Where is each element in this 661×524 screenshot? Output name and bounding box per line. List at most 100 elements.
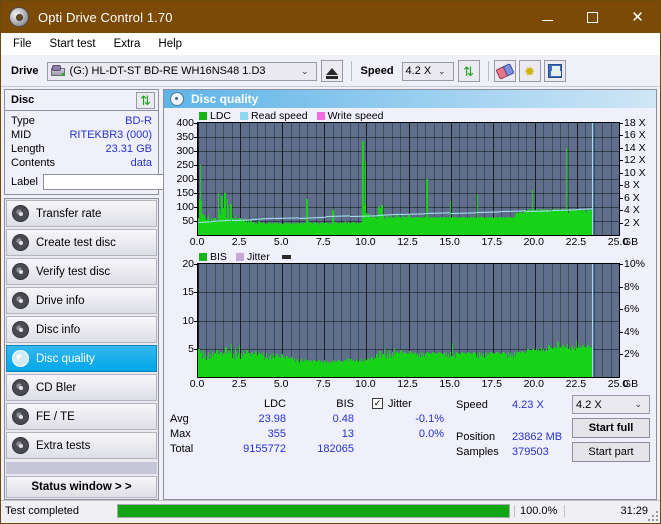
position-cursor [592,123,594,235]
drive-select[interactable]: (G:) HL-DT-ST BD-RE WH16NS48 1.D3 ⌄ [46,61,317,81]
bis-plot-row: 5 10 15 20 2% 4% 6% 8% 10% [166,258,654,378]
disc-icon [12,437,29,454]
y-tick-right [620,172,623,174]
toolbar-divider-2 [487,61,489,81]
toolbar: Drive (G:) HL-DT-ST BD-RE WH16NS48 1.D3 … [1,56,660,87]
disc-row-key: MID [11,129,32,141]
legend-label: LDC [210,109,232,122]
disc-label-key: Label [11,175,38,188]
toolbar-divider [350,61,352,81]
menu-start-test[interactable]: Start test [46,36,105,52]
y-tick-label: 100 [176,201,194,213]
y-tick-right [620,160,623,162]
settings-button[interactable]: ✹ [518,60,541,82]
menu-extra[interactable]: Extra [110,36,150,52]
jitter-checkbox[interactable]: ✓ [372,398,383,409]
disc-icon [170,92,184,106]
bis-y-axis-right: 2% 4% 6% 8% 10% [620,258,654,378]
y-tick-right [620,185,623,187]
x-tick-label: 20.0 [523,236,545,248]
sidebar-item-extra-tests[interactable]: Extra tests [6,432,157,459]
close-icon[interactable]: ✕ [615,1,660,33]
stats-cell-bis: 0.48 [332,412,354,425]
chevron-down-icon: ⌄ [300,65,309,76]
x-tick-label: 15.0 [439,378,460,390]
refresh-button[interactable]: ⇅ [457,60,480,82]
x-tick-label: 15.0 [439,236,460,248]
disc-label-row: Label [11,173,247,190]
legend-item-jitter: Jitter [235,250,270,263]
series-line [450,211,476,214]
sidebar-item-drive-info[interactable]: Drive info [6,287,157,314]
charts-area: LDC Read speed Write speed 50 100 150 200 25… [164,108,656,392]
sidebar-item-label: Extra tests [36,439,91,452]
menu-file[interactable]: File [9,36,41,52]
sidebar: Disc ⇅ Type BD-R MID RITEKBR3 (000) Leng… [4,89,247,500]
start-full-button[interactable]: Start full [572,418,650,438]
y-tick-label-right: 8 X [624,179,640,192]
x-tick-label: 7.5 [315,236,331,248]
legend-label: Jitter [246,250,270,263]
progress-fill [118,504,509,517]
x-tick-label: 2.5 [231,236,247,248]
ldc-y-axis-left: 50 100 150 200 250 300 350 400 [166,117,197,236]
status-window-button[interactable]: Status window > > [6,476,157,498]
x-tick-label: 0.0 [189,378,205,390]
ldc-chart: LDC Read speed Write speed 50 100 150 200 25… [166,109,654,250]
bis-y-axis-left: 5 10 15 20 [166,258,197,378]
test-speed-value: 4.2 X [576,398,602,411]
legend-marker [281,254,291,259]
test-speed-select[interactable]: 4.2 X ⌄ [572,395,650,414]
menu-help[interactable]: Help [154,36,191,52]
speed-label: Speed [360,65,394,77]
sidebar-item-label: Verify test disc [36,265,111,278]
jitter-label: Jitter [388,397,412,410]
disc-panel-header: Disc ⇅ [5,90,158,111]
eject-icon [325,67,338,79]
sidebar-item-cd-bler[interactable]: CD Bler [6,374,157,401]
erase-button[interactable] [493,60,516,82]
main-area: Disc ⇅ Type BD-R MID RITEKBR3 (000) Leng… [1,87,660,500]
stats-panel: LDC BIS ✓ Jitter Avg 23.98 0.48 -0.1% Ma… [164,392,656,499]
sidebar-item-fe-te[interactable]: FE / TE [6,403,157,430]
position-key: Position [456,430,496,443]
speed-select[interactable]: 4.2 X ⌄ [401,61,454,81]
sidebar-item-transfer-rate[interactable]: Transfer rate [6,200,157,227]
legend-item-bis: BIS [199,251,227,263]
minimize-icon[interactable] [525,1,570,33]
x-tick-label: 2.5 [231,378,247,390]
stats-side-info: Speed 4.23 X Position 23862 MB Samples 3… [456,396,586,499]
y-tick-label: 200 [176,173,194,185]
samples-key: Samples [456,445,499,458]
sidebar-item-disc-info[interactable]: Disc info [6,316,157,343]
sidebar-item-disc-quality[interactable]: Disc quality [6,345,157,372]
y-tick-label: 150 [176,187,194,199]
start-part-button[interactable]: Start part [572,442,650,462]
sidebar-item-label: Disc info [36,323,81,336]
bis-chart: BIS Jitter 5 10 15 20 2% 4% 6% 8% 10% 0.0 2.5 5. [166,250,654,392]
stats-table: LDC BIS ✓ Jitter Avg 23.98 0.48 -0.1% Ma… [170,396,444,499]
save-button[interactable] [543,60,566,82]
title-bar: Opti Drive Control 1.70 ✕ [1,1,660,33]
maximize-icon[interactable] [570,1,615,33]
resize-grip[interactable] [648,511,658,521]
y-tick-label-right: 6 X [624,191,640,204]
disc-row-mid: MID RITEKBR3 (000) [11,128,152,142]
disc-refresh-button[interactable]: ⇅ [136,91,155,109]
x-tick-label: 22.5 [565,236,587,248]
stats-cell-ldc: 355 [267,427,286,440]
legend-swatch [240,111,249,120]
app-window: Opti Drive Control 1.70 ✕ File Start tes… [0,0,661,524]
table-row: Total 9155772 182065 [170,441,444,456]
ldc-x-axis: 0.0 2.5 5.0 7.5 10.0 12.5 15.0 17.5 20.0 22.5 25.0… [190,236,638,250]
y-tick-label: 400 [176,117,194,129]
sidebar-item-create-test-disc[interactable]: Create test disc [6,229,157,256]
eject-button[interactable] [320,60,343,82]
legend-item-write-speed: Write speed [316,110,384,122]
stats-row-label: Total [170,442,194,455]
stats-cell-ldc: 23.98 [258,412,286,425]
disc-row-key: Length [11,143,45,155]
y-tick-label-right: 10 X [624,166,646,179]
y-tick-label: 50 [182,215,194,227]
sidebar-item-verify-test-disc[interactable]: Verify test disc [6,258,157,285]
